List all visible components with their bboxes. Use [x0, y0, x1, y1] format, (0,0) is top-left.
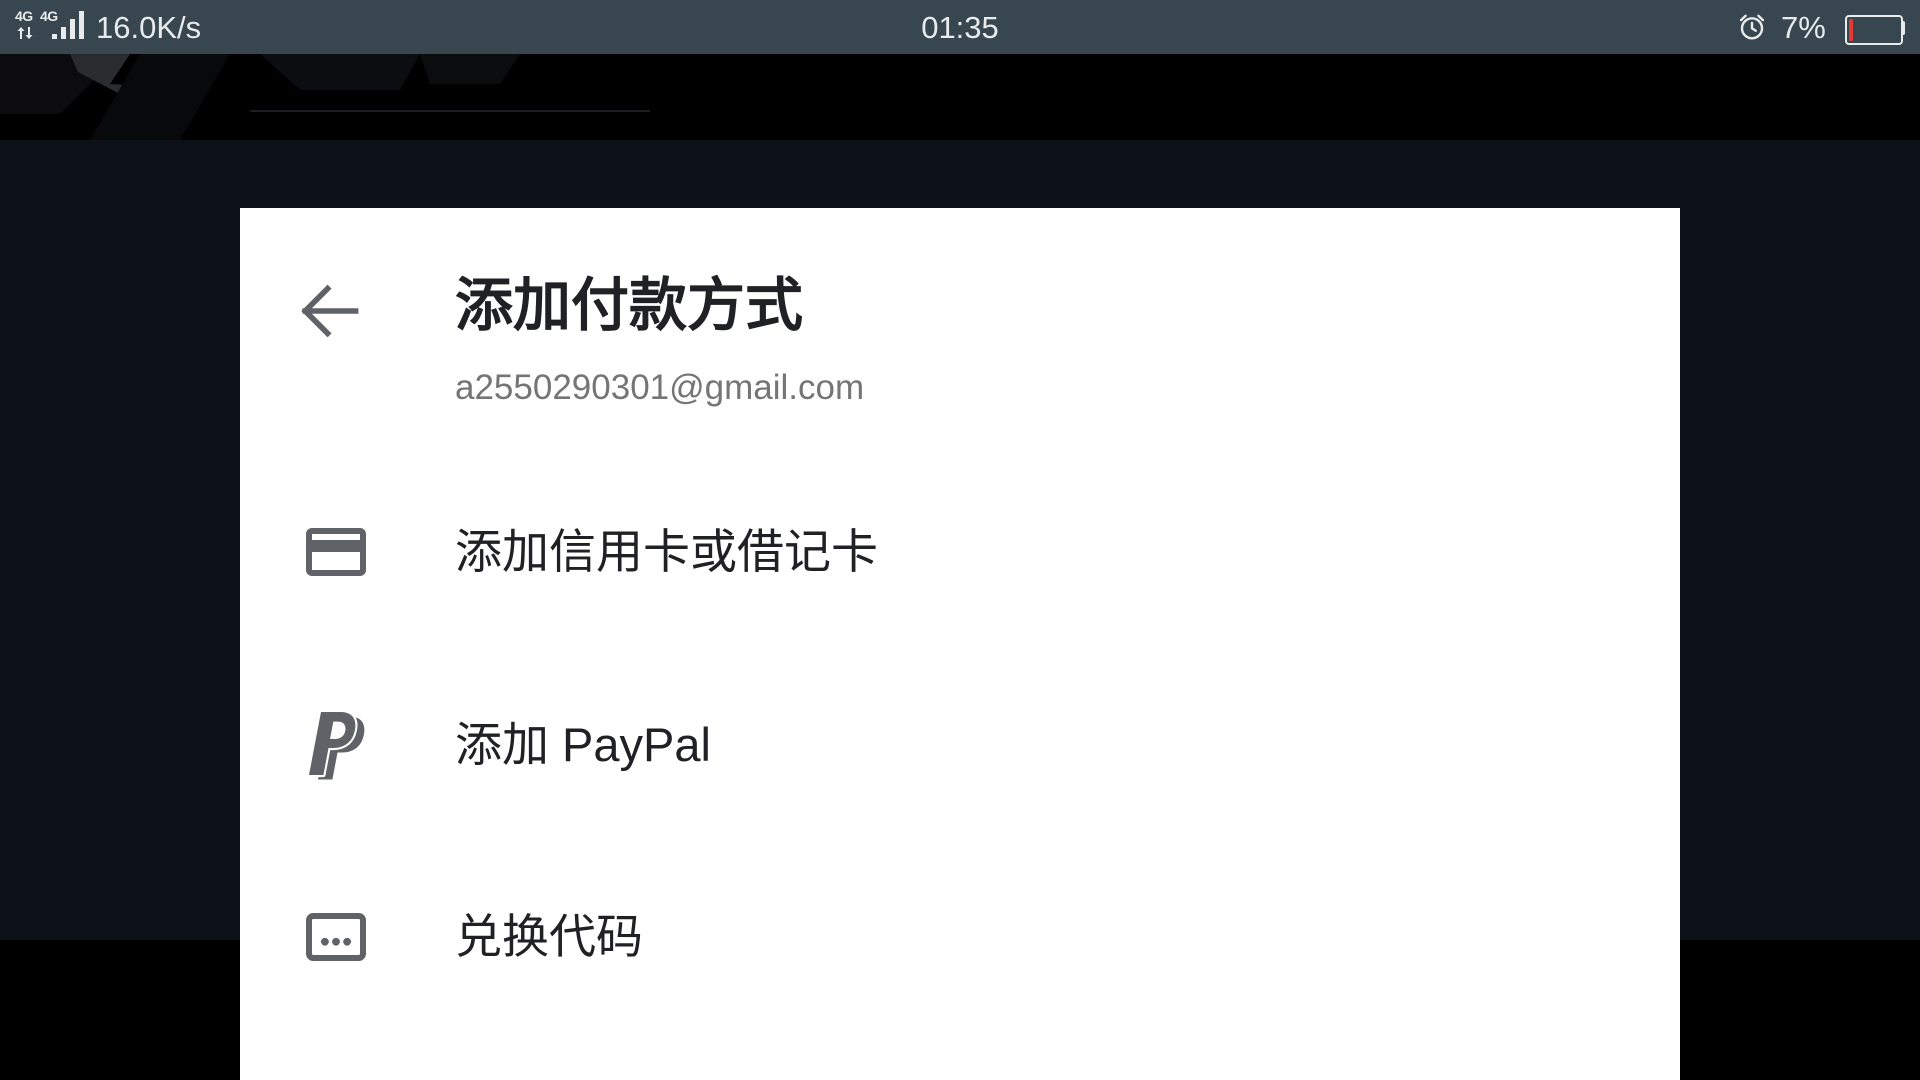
battery-body [1849, 19, 1899, 41]
option-label: 添加信用卡或借记卡 [455, 525, 878, 578]
option-label: 添加 PayPal [455, 718, 711, 771]
clock: 01:35 [921, 10, 999, 45]
add-payment-method-dialog: 添加付款方式 a2550290301@gmail.com 添加信用卡或借记卡 添… [240, 208, 1680, 1080]
battery-icon [1845, 15, 1903, 45]
battery-cap [1901, 21, 1905, 35]
arrow-back-icon [301, 284, 359, 338]
background-game-banner [0, 54, 1920, 140]
option-label: 兑换代码 [455, 910, 643, 963]
redeem-code-option[interactable]: 兑换代码 [240, 841, 1680, 1033]
dialog-title: 添加付款方式 [455, 273, 804, 338]
battery-level-fill [1849, 19, 1853, 41]
background-game-art [0, 54, 650, 140]
back-button[interactable] [287, 269, 371, 353]
alarm-icon [1739, 14, 1765, 40]
account-email: a2550290301@gmail.com [455, 368, 865, 407]
battery-percent: 7% [1781, 10, 1826, 45]
add-credit-card-option[interactable]: 添加信用卡或借记卡 [240, 456, 1680, 648]
status-bar: 4G 4G 16.0K/s 01:35 7% [0, 0, 1920, 54]
redeem-code-icon [300, 901, 372, 973]
add-paypal-option[interactable]: 添加 PayPal [240, 649, 1680, 841]
paypal-icon [300, 709, 372, 781]
credit-card-icon [300, 516, 372, 588]
